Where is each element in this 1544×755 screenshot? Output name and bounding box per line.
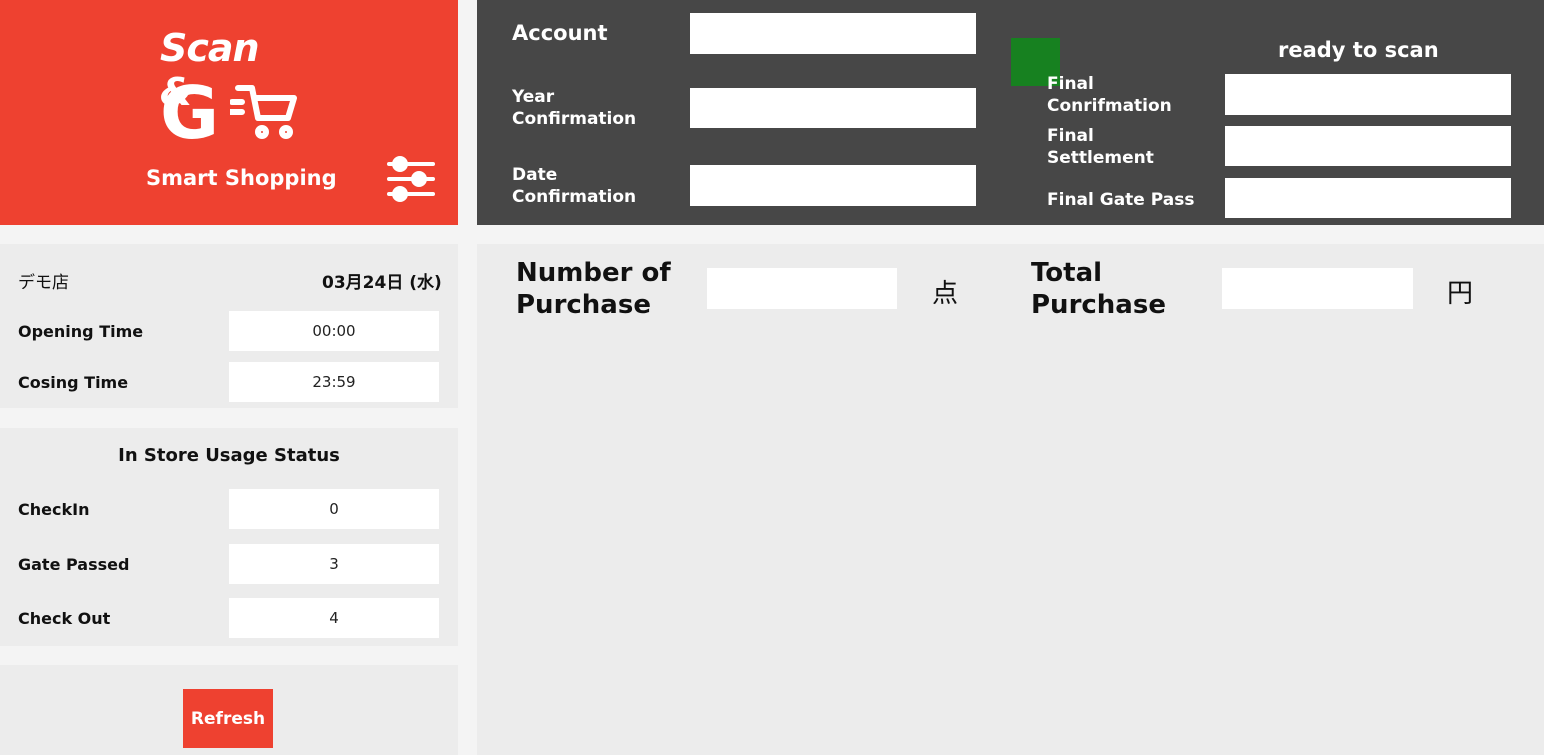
final-settlement-field[interactable]	[1225, 126, 1511, 166]
account-field[interactable]	[690, 13, 976, 54]
final-gate-pass-label: Final Gate Pass	[1047, 190, 1195, 210]
store-date: 03月24日 (水)	[322, 273, 442, 293]
shopping-cart-icon	[230, 85, 297, 139]
store-name: デモ店	[18, 273, 69, 293]
final-confirmation-label: Final Conrifmation	[1047, 74, 1172, 116]
gate-passed-count: 3	[229, 544, 439, 584]
account-label: Account	[512, 21, 608, 45]
number-of-purchase-label-line2: Purchase	[516, 290, 651, 320]
closing-time-value: 23:59	[229, 362, 439, 402]
logo-g-letter: G	[160, 71, 220, 155]
scan-status-text: ready to scan	[1278, 38, 1439, 62]
sliders-icon[interactable]	[386, 154, 436, 204]
final-settlement-label: Final Settlement	[1047, 126, 1154, 168]
total-purchase-label: Total Purchase	[1031, 257, 1166, 321]
final-gate-pass-field[interactable]	[1225, 178, 1511, 218]
checkin-label: CheckIn	[18, 500, 90, 519]
checkout-count: 4	[229, 598, 439, 638]
gate-passed-label: Gate Passed	[18, 555, 130, 574]
number-of-purchase-label-line1: Number of	[516, 258, 671, 288]
number-of-purchase-label: Number of Purchase	[516, 257, 671, 321]
opening-time-value: 00:00	[229, 311, 439, 351]
opening-time-label: Opening Time	[18, 322, 144, 341]
checkin-count: 0	[229, 489, 439, 529]
total-purchase-label-line2: Purchase	[1031, 290, 1166, 320]
total-purchase-field[interactable]	[1222, 268, 1413, 309]
closing-time-label: Cosing Time	[18, 373, 129, 392]
year-confirmation-label: Year Confirmation	[512, 87, 637, 129]
total-purchase-label-line1: Total	[1031, 258, 1103, 288]
refresh-button[interactable]: Refresh	[183, 689, 273, 748]
year-confirmation-field[interactable]	[690, 88, 976, 128]
number-of-purchase-field[interactable]	[707, 268, 897, 309]
date-confirmation-label: Date Confirmation	[512, 165, 637, 207]
final-confirmation-field[interactable]	[1225, 74, 1511, 115]
date-confirmation-field[interactable]	[690, 165, 976, 206]
yen-unit-label: 円	[1447, 279, 1474, 309]
items-unit-label: 点	[932, 279, 959, 309]
usage-status-title: In Store Usage Status	[118, 445, 340, 466]
logo-tagline: Smart Shopping	[146, 166, 337, 190]
checkout-label: Check Out	[18, 609, 111, 628]
